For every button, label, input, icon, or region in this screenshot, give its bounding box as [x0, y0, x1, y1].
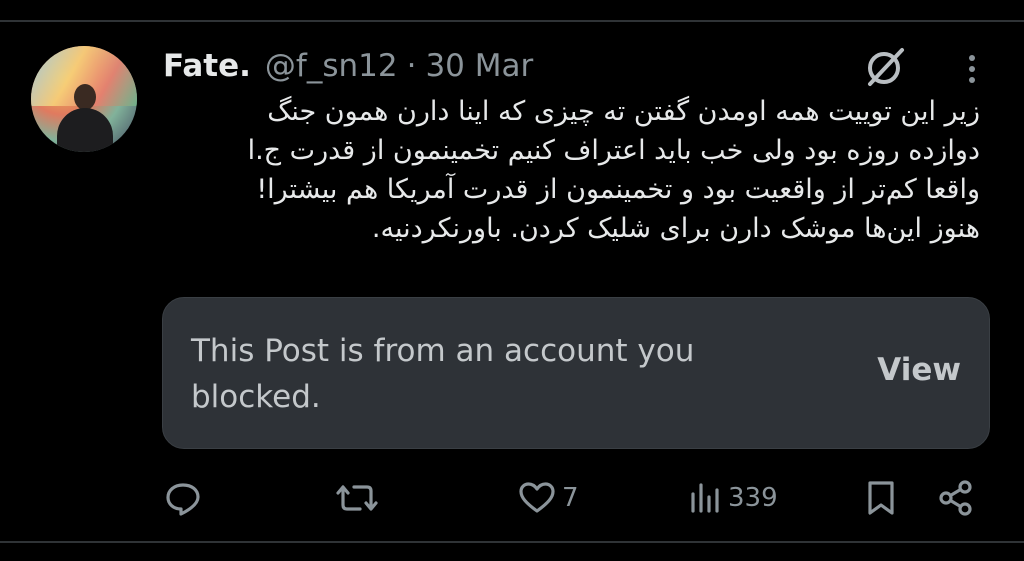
- like-button[interactable]: 7: [518, 476, 579, 520]
- share-icon: [936, 478, 976, 518]
- bottom-divider: [0, 541, 1024, 543]
- grok-icon[interactable]: [862, 42, 910, 90]
- retweet-icon: [334, 478, 380, 518]
- view-button[interactable]: View: [877, 352, 961, 388]
- like-icon: [518, 478, 556, 518]
- views-button[interactable]: 339: [688, 476, 778, 520]
- action-bar: 7 339: [0, 470, 1024, 526]
- post-header: Fate. @f_sn12 · 30 Mar: [163, 44, 533, 88]
- retweet-button[interactable]: [334, 476, 380, 520]
- post-text-line: زیر این توییت همه اومدن گفتن ته چیزی که …: [267, 96, 980, 127]
- views-count: 339: [728, 483, 778, 513]
- more-options-icon[interactable]: [962, 48, 982, 88]
- views-icon: [688, 478, 722, 518]
- blocked-message: This Post is from an account you blocked…: [191, 333, 695, 415]
- top-divider: [0, 20, 1024, 22]
- reply-icon: [163, 478, 203, 518]
- like-count: 7: [562, 483, 579, 513]
- share-button[interactable]: [936, 476, 976, 520]
- author-handle[interactable]: @f_sn12: [265, 48, 398, 84]
- post-text-line: واقعا کم‌تر از واقعیت بود و تخمینمون از …: [256, 174, 980, 205]
- post-text-line: هنوز این‌ها موشک دارن برای شلیک کردن. با…: [371, 213, 980, 244]
- bookmark-icon: [864, 478, 898, 518]
- post-date[interactable]: 30 Mar: [425, 48, 533, 84]
- post-text: زیر این توییت همه اومدن گفتن ته چیزی که …: [170, 92, 980, 248]
- author-name[interactable]: Fate.: [163, 48, 251, 84]
- header-separator: ·: [406, 48, 417, 84]
- avatar[interactable]: [31, 46, 137, 152]
- post-text-line: دوازده روزه بود ولی خب باید اعتراف کنیم …: [247, 135, 980, 166]
- blocked-quote-card: This Post is from an account you blocked…: [162, 297, 990, 449]
- reply-button[interactable]: [163, 476, 203, 520]
- bookmark-button[interactable]: [864, 476, 898, 520]
